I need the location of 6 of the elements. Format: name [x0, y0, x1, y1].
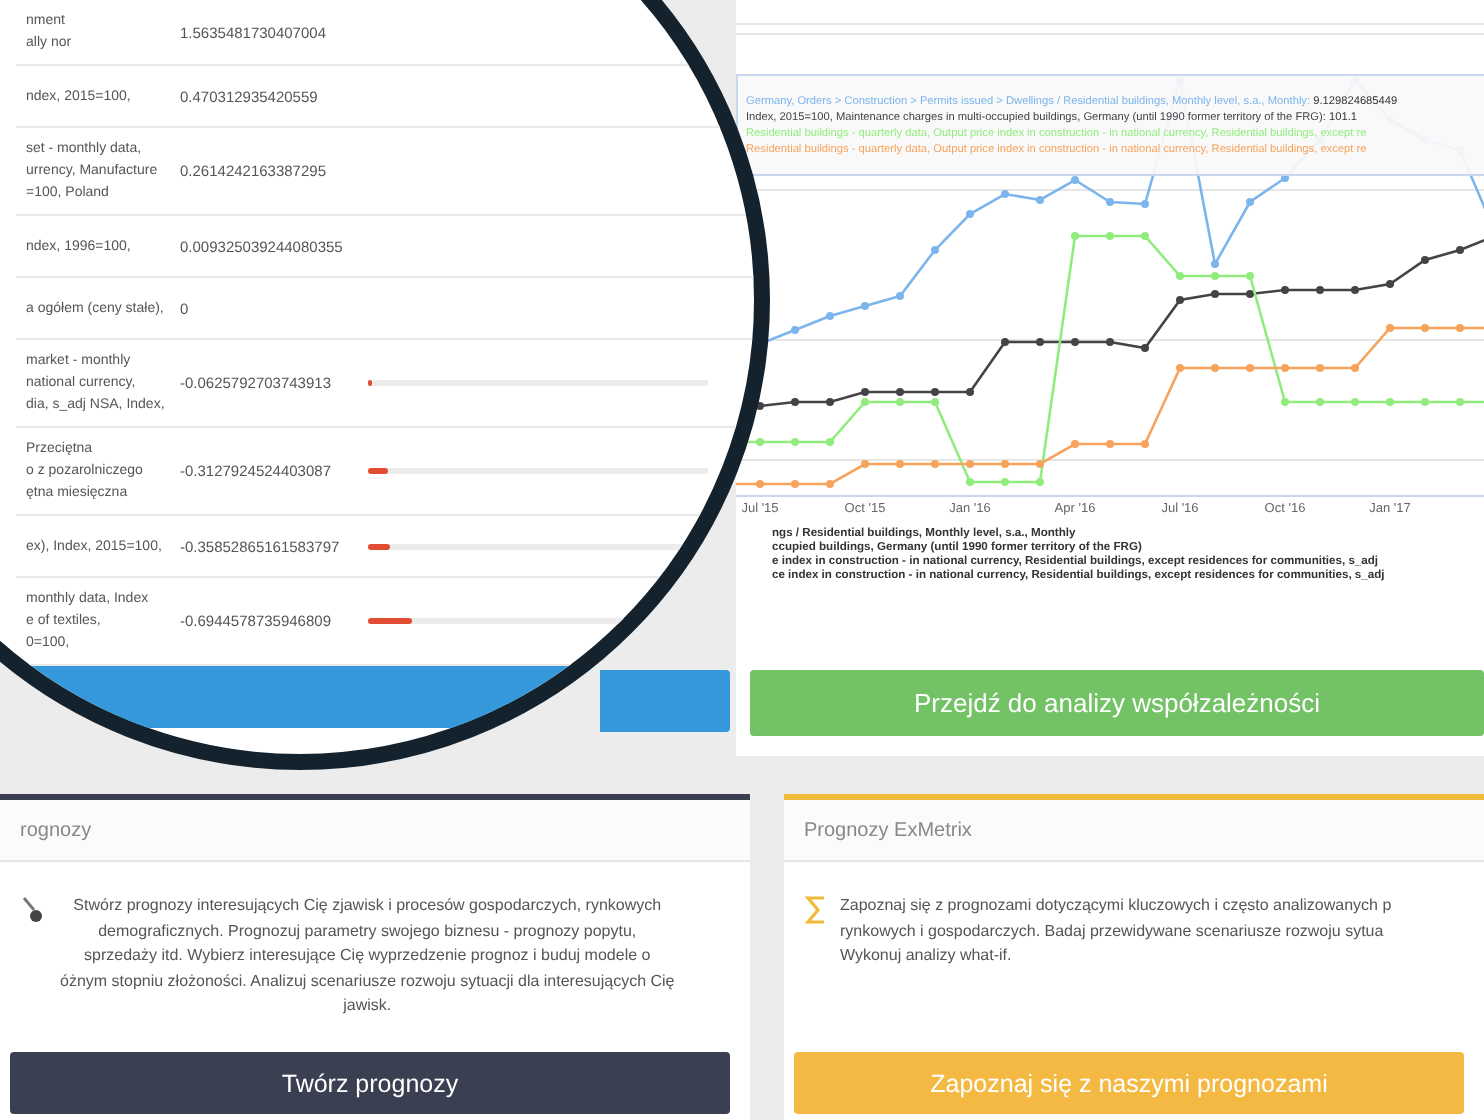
- card-description: Stwórz prognozy interesujących Cię zjawisk i procesów gospodarczych, rynkowych demograficznych. Prognozuj parametry swojego biznesu - prognozy popytu, sprzedaży itd. Wybierz interesujące Cię wyprzedzenie prognoz i buduj modele o óżnym stopniu złożoności. Analizuj scenariusze rozwoju sytuacji dla interesujących Cię jawisk.: [60, 894, 675, 1018]
- card-description: Zapoznaj się z prognozami dotyczącymi kluczowych i często analizowanych p rynkowych i gospodarczych. Badaj przewidywane scenariusze rozwoju sytua Wykonuj analizy what-if.: [840, 894, 1392, 968]
- card-button[interactable]: Twórz prognozy: [10, 1052, 730, 1114]
- sigma-icon: [804, 894, 828, 926]
- card-title: Prognozy ExMetrix: [784, 800, 1484, 862]
- card-title: rognozy: [0, 800, 750, 862]
